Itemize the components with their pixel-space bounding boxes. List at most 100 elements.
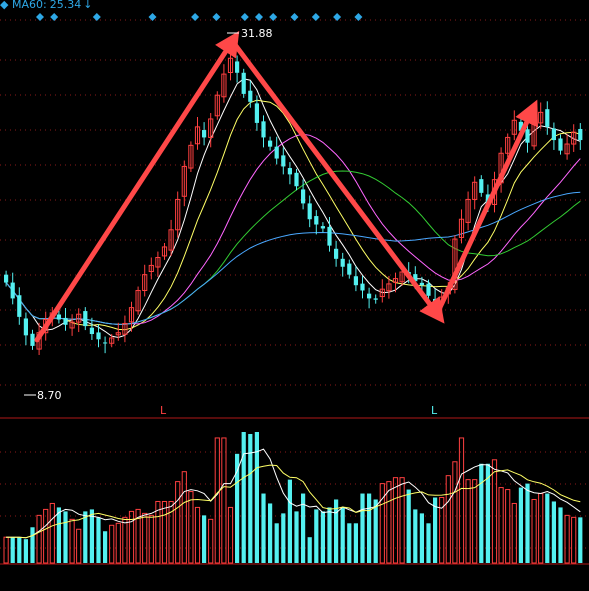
volume-bar-up [452,461,458,564]
price-grid [0,19,589,419]
indicator-name: MA60 [12,0,43,11]
ma60-indicator: ◆ MA60: 25.34 ↓ [0,0,92,11]
volume-bar-down [287,479,292,563]
volume-bar-up [49,502,55,564]
volume-bar-down [340,507,345,563]
volume-bar-up [142,512,148,564]
volume-bar-down [103,531,108,563]
svg-text:MA60:25.34↓: MA60: 25.34 ↓ [12,0,92,11]
signal-diamond-icon [92,13,101,21]
volume-bar-up [511,502,517,564]
candle-body-down [353,276,358,286]
indicator-value: 25.34 [50,0,82,11]
candle-body-down [235,61,240,73]
signal-diamond-icon [50,13,59,21]
volume-bar-up [109,524,115,564]
trend-arrow [229,38,445,324]
candle-body-down [202,130,207,138]
volume-bar-up [69,518,75,564]
candle-body-down [287,168,292,175]
candle-body-down [4,274,9,283]
candle-body-down [314,216,319,225]
signal-diamond-icon [191,13,200,21]
volume-bar-down [83,511,88,563]
candle-body-down [367,293,372,299]
signal-diamond-row [36,13,363,21]
volume-bar-up [122,516,128,564]
candle-body-down [281,155,286,167]
volume-bar-down [413,509,418,563]
candle-body-down [17,295,22,317]
signal-diamond-icon [36,13,44,21]
volume-bar-down [17,537,22,563]
stock-chart: ◆ MA60: 25.34 ↓ 31.88 8.70 L L [0,0,589,565]
volume-bar-up [445,475,451,564]
volume-bar-up [194,506,201,564]
trend-arrow [434,99,539,317]
volume-bar-down [10,537,15,563]
volume-bar-down [202,515,207,563]
volume-bar-up [76,528,82,564]
volume-bar-down [281,513,286,563]
volume-bar-down [241,432,246,563]
volume-bar-down [426,523,431,563]
volume-bar-up [564,514,570,564]
volume-bar-down [274,523,279,563]
marker-right: L [431,404,438,417]
candle-body-down [327,226,332,246]
signal-diamond-icon [311,13,320,21]
high-label: 31.88 [241,27,273,40]
candle-body-down [294,172,299,187]
volume-bar-down [96,517,101,563]
candle-body-down [334,248,339,259]
candlesticks [4,50,583,356]
volume-bar-up [392,477,399,564]
volume-bar-down [525,483,530,563]
candle-body-down [360,283,365,291]
volume-bar-up [465,479,471,564]
volume-bar-up [379,483,385,564]
trend-arrows [34,30,539,343]
candle-body-down [419,282,424,286]
candle-body-down [89,327,94,335]
marker-left: L [160,404,167,417]
volume-bar-down [406,489,411,563]
volume-bar-up [175,481,181,564]
candle-body-down [63,317,68,325]
volume-bar-down [367,493,372,563]
candle-body-down [373,298,378,300]
volume-bar-down [56,507,61,563]
candle-body-down [261,121,266,138]
volume-bar-down [558,507,563,563]
volume-bar-down [373,499,378,563]
indicator-separator: : [43,0,47,11]
signal-diamond-icon [290,13,299,21]
volume-bar-up [221,437,227,564]
indicator-dot-icon: ◆ [0,0,9,11]
volume-bar-up [161,500,168,564]
candle-body-down [268,140,273,147]
candle-body-down [83,311,88,327]
high-annotation: 31.88 [227,27,273,40]
volume-bar-up [148,514,154,564]
volume-bar-down [347,523,352,563]
candle-body-down [56,314,61,320]
candle-body-down [545,109,550,127]
volume-bar-down [327,507,332,563]
volume-bar-up [531,498,537,564]
volume-bar-up [43,508,49,564]
volume-bar-down [551,501,556,563]
volume-bar-down [268,503,273,563]
volume-bar-up [498,487,504,564]
volume-bar-up [115,522,121,564]
volume-bar-down [353,523,358,563]
volume-bar-up [181,471,187,564]
ma10-line [5,99,581,331]
volume-bar-down [360,493,365,563]
volume-bar-down [89,509,94,563]
volume-bar-up [188,491,194,564]
volume-bar-down [261,493,266,563]
candle-body-down [23,318,28,336]
volume-bar-up [208,518,214,564]
candle-body-down [103,342,108,344]
